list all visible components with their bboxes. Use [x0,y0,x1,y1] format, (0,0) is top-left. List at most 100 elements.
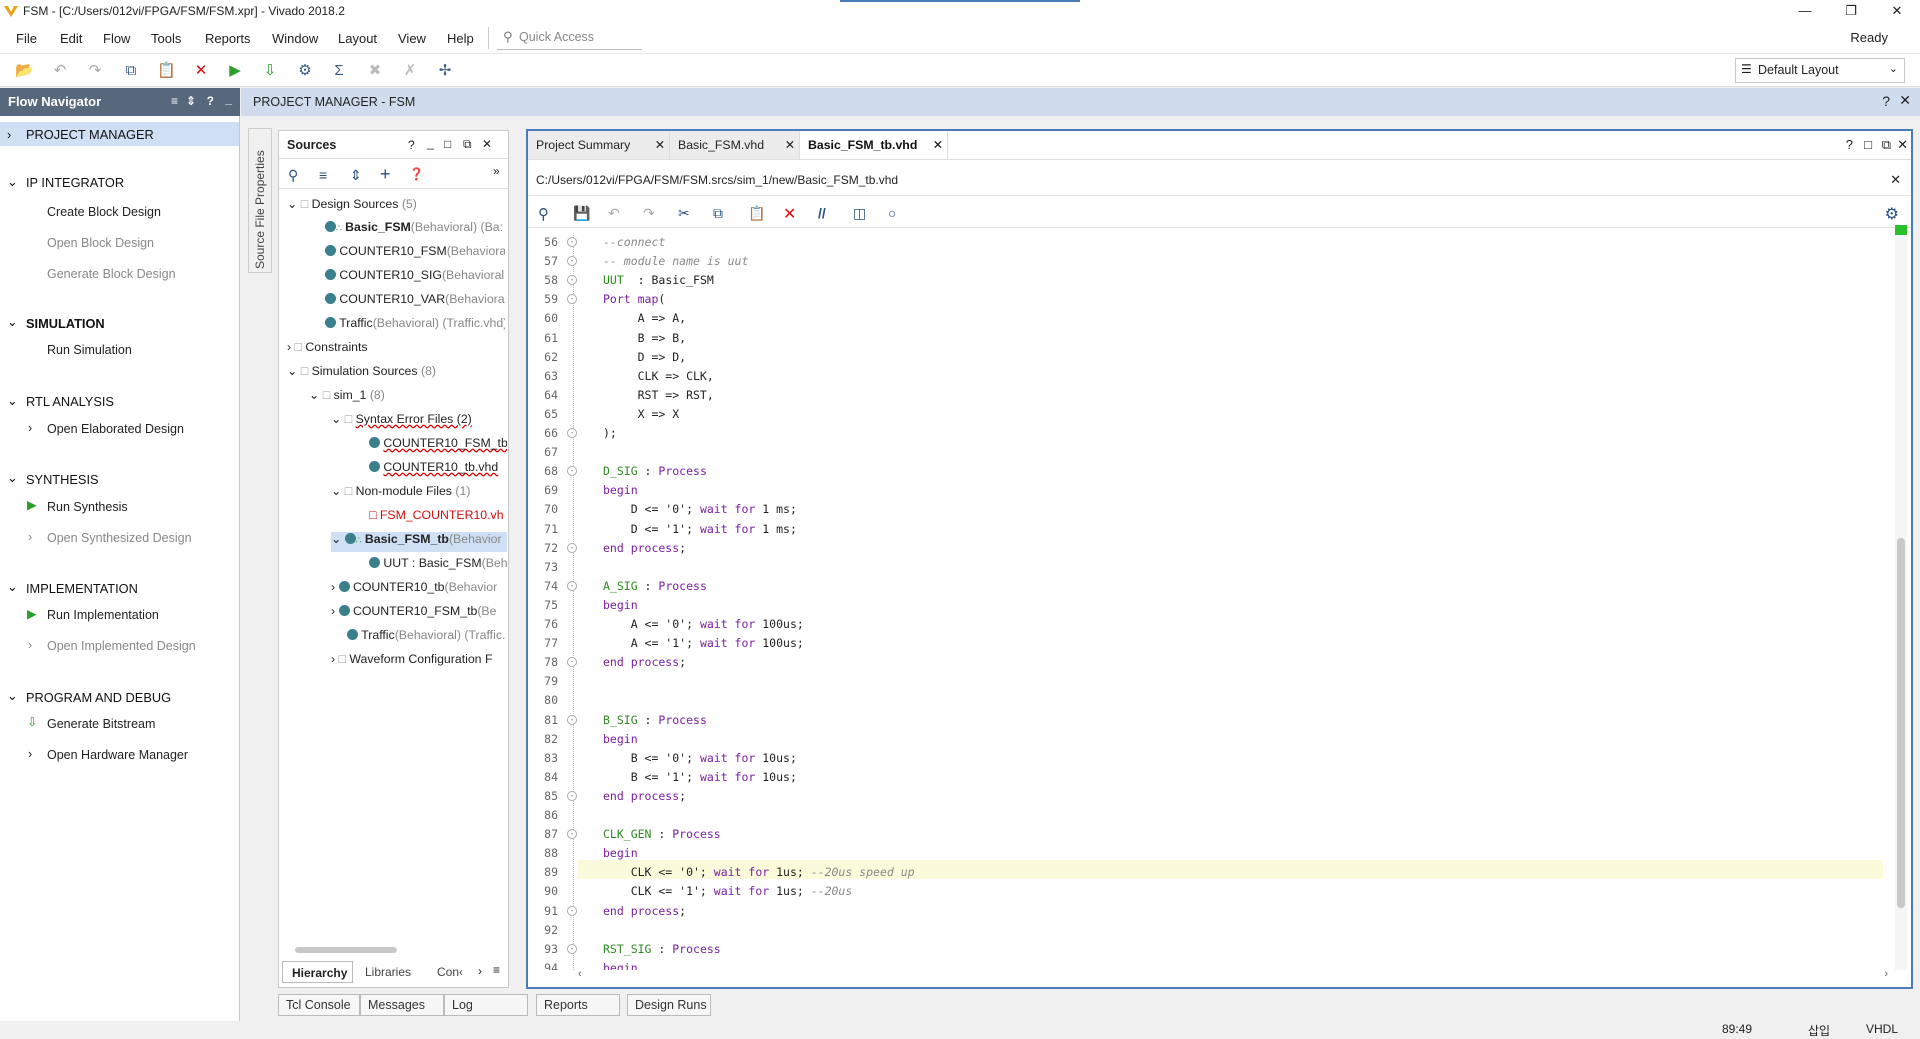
nav-ip-integrator[interactable]: IP INTEGRATOR [26,175,124,190]
tree-counter10-var[interactable]: COUNTER10_VAR(Behaviora [325,292,505,312]
fold-marker-icon[interactable]: - [567,905,577,916]
tab-hierarchy[interactable]: Hierarchy [282,961,353,983]
tree-sim1[interactable]: ⌄ □ sim_1 (8) [309,388,385,408]
tree-traffic[interactable]: Traffic(Behavioral) (Traffic.vhd) [325,316,505,336]
tree-sim-sources[interactable]: ⌄ □ Simulation Sources (8) [287,364,436,384]
nav-generate-bitstream[interactable]: Generate Bitstream [47,717,155,731]
settings-icon[interactable]: ⚙ [296,62,314,80]
fold-marker-icon[interactable]: - [567,542,577,553]
menu-window[interactable]: Window [272,31,318,46]
fold-marker-icon[interactable]: - [567,714,577,725]
copy-icon[interactable]: ⧉ [122,62,140,80]
tree-counter10-fsm-tb[interactable]: › COUNTER10_FSM_tb(Be [331,604,507,624]
redo-icon[interactable]: ↷ [643,205,655,222]
nav-run-implementation[interactable]: Run Implementation [47,608,159,622]
help-icon[interactable]: ? [207,94,214,108]
collapse-all-icon[interactable]: ≡ [171,94,178,108]
undo-icon[interactable]: ↶ [608,205,620,222]
help-icon[interactable]: ? [1846,137,1853,152]
nav-project-manager[interactable]: PROJECT MANAGER [26,127,154,142]
close-icon[interactable]: ✕ [1899,92,1911,109]
customize-icon[interactable]: ✢ [436,62,454,80]
tree-basic-fsm[interactable]: ∴ Basic_FSM(Behavioral) (Ba: [325,220,505,240]
close-icon[interactable]: ✕ [1890,172,1901,188]
fold-marker-icon[interactable]: - [567,790,577,801]
fold-marker-icon[interactable]: - [567,580,577,591]
quick-access-input[interactable]: Quick Access [497,26,642,50]
fold-marker-icon[interactable]: - [567,829,577,840]
minimize-button[interactable]: — [1782,1,1828,21]
chevron-right-icon[interactable]: › [1884,968,1888,980]
minimize-panel-icon[interactable]: _ [225,92,232,106]
fold-marker-icon[interactable]: - [567,294,577,305]
tab-tcl-console[interactable]: Tcl Console [278,994,360,1016]
tab-libraries[interactable]: Libraries [365,965,411,979]
source-file-properties-tab[interactable]: Source File Properties [248,128,272,273]
tab-design-runs[interactable]: Design Runs [627,994,711,1016]
layout-select[interactable]: ☰ Default Layout ⌄ [1735,58,1905,83]
tree-waveform-config[interactable]: › □ Waveform Configuration F [331,652,507,672]
fold-marker-icon[interactable]: - [567,428,577,438]
run-icon[interactable]: ▶ [226,62,244,80]
tab-basic-fsm-vhd[interactable]: Basic_FSM.vhd ✕ [670,131,800,159]
float-icon[interactable]: ⧉ [1882,137,1891,153]
tab-log[interactable]: Log [444,994,528,1016]
tree-constraints[interactable]: › □ Constraints [287,340,368,360]
menu-file[interactable]: File [16,31,37,46]
chevron-left-icon[interactable]: ‹ [578,968,582,980]
close-window-button[interactable]: ✕ [1874,1,1920,21]
nav-run-synthesis[interactable]: Run Synthesis [47,500,128,514]
float-icon[interactable]: ⧉ [463,137,472,152]
bitstream-icon[interactable]: ⇩ [261,62,279,80]
more-icon[interactable]: » [493,164,500,178]
expand-all-icon[interactable]: ⇕ [350,167,362,184]
tab-basic-fsm-tb-vhd[interactable]: Basic_FSM_tb.vhd ✕ [800,131,948,159]
nav-open-hw-manager[interactable]: Open Hardware Manager [47,748,188,762]
sigma-icon[interactable]: Σ [330,62,348,80]
expand-icon[interactable]: ⇕ [186,94,196,108]
scrollbar-thumb[interactable] [1897,538,1905,908]
tree-counter10-tb-vhd[interactable]: COUNTER10_tb.vhd [369,460,507,480]
delete-icon[interactable]: ✕ [783,204,796,224]
open-project-icon[interactable]: 📂 [15,62,34,80]
gear-icon[interactable]: ⚙ [1885,204,1899,224]
fold-marker-icon[interactable]: - [567,466,577,477]
search-icon[interactable]: ⚲ [288,167,298,184]
menu-edit[interactable]: Edit [60,31,82,46]
vertical-scrollbar[interactable] [1895,225,1907,970]
restore-button[interactable]: ❐ [1828,1,1874,21]
minimize-icon[interactable]: _ [427,136,434,150]
help-icon[interactable]: ? [408,138,415,152]
nav-implementation[interactable]: IMPLEMENTATION [26,581,138,596]
tree-counter10-sig[interactable]: COUNTER10_SIG(Behavioral [325,268,505,288]
search-icon[interactable]: ⚲ [538,205,549,223]
menu-tools[interactable]: Tools [151,31,181,46]
horizontal-scrollbar[interactable] [283,945,505,955]
nav-open-synthesized[interactable]: Open Synthesized Design [47,531,192,545]
close-icon[interactable]: ✕ [785,138,795,152]
fold-marker-icon[interactable]: - [567,275,577,286]
tree-design-sources[interactable]: ⌄ □ Design Sources (5) [287,197,417,217]
tree-syntax-error-files[interactable]: ⌄ □ Syntax Error Files (2) [331,412,472,432]
tab-reports[interactable]: Reports [536,994,620,1016]
paste-icon[interactable]: 📋 [157,62,176,80]
scrollbar-thumb[interactable] [295,947,397,953]
tree-nonmodule-files[interactable]: ⌄ □ Non-module Files (1) [331,484,470,504]
comment-icon[interactable]: // [818,205,826,221]
tab-compile-order[interactable]: Con‹ [437,965,463,979]
disabled-tool2-icon[interactable]: ✗ [401,62,419,80]
lightbulb-icon[interactable]: ○ [888,205,896,221]
tree-traffic-sim[interactable]: Traffic(Behavioral) (Traffic. [347,628,507,648]
tree-counter10-tb[interactable]: › COUNTER10_tb(Behavior [331,580,507,600]
menu-layout[interactable]: Layout [338,31,377,46]
maximize-icon[interactable]: □ [444,137,451,151]
nav-rtl-analysis[interactable]: RTL ANALYSIS [26,394,114,409]
fold-marker-icon[interactable]: - [567,943,577,954]
menu-reports[interactable]: Reports [205,31,251,46]
fold-marker-icon[interactable]: - [567,237,577,247]
tab-project-summary[interactable]: Project Summary ✕ [528,131,670,159]
horizontal-scrollbar[interactable]: ‹ › [578,968,1888,983]
fold-marker-icon[interactable]: - [567,657,577,668]
tab-messages[interactable]: Messages [360,994,444,1016]
cut-icon[interactable]: ✂ [678,205,690,222]
